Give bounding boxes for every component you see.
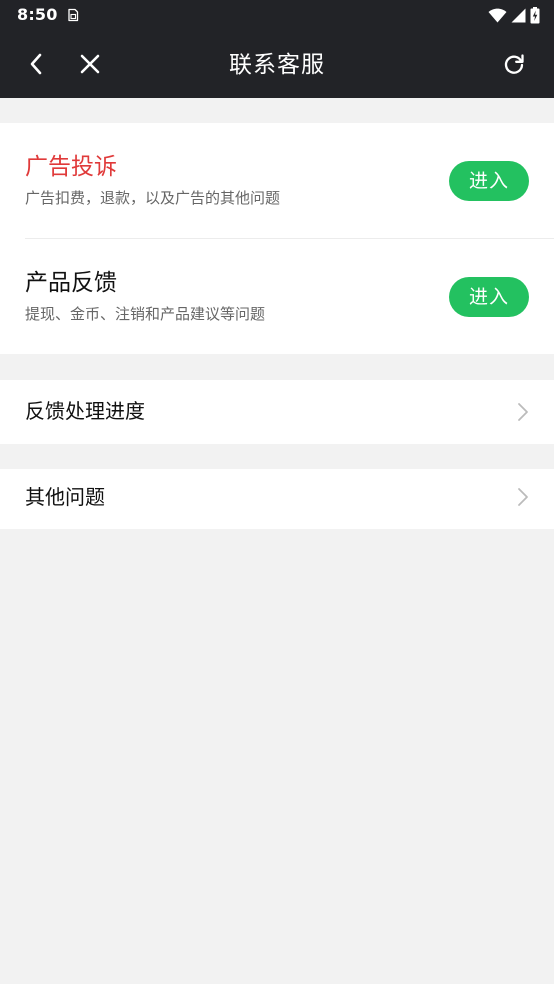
ad-complaint-title: 广告投诉 — [25, 154, 117, 180]
wifi-icon — [488, 8, 507, 22]
other-issues-item[interactable]: 其他问题 — [0, 469, 554, 529]
sim-card-icon — [68, 8, 79, 22]
signal-icon — [511, 8, 526, 22]
product-feedback-row: 产品反馈 提现、金币、注销和产品建议等问题 进入 — [0, 239, 554, 354]
product-feedback-enter-button[interactable]: 进入 — [449, 277, 529, 317]
product-feedback-title: 产品反馈 — [25, 270, 117, 296]
ad-complaint-enter-button[interactable]: 进入 — [449, 161, 529, 201]
refresh-icon — [504, 54, 524, 74]
chevron-right-icon — [518, 488, 528, 506]
service-options-card: 广告投诉 广告扣费，退款，以及广告的其他问题 进入 产品反馈 提现、金币、注销和… — [0, 123, 554, 354]
ad-complaint-subtitle: 广告扣费，退款，以及广告的其他问题 — [25, 189, 281, 207]
battery-icon — [530, 6, 540, 23]
chevron-right-icon — [518, 403, 528, 421]
status-icons — [488, 6, 540, 23]
refresh-button[interactable] — [492, 42, 536, 86]
ad-complaint-row: 广告投诉 广告扣费，退款，以及广告的其他问题 进入 — [0, 123, 554, 238]
page-title: 联系客服 — [229, 52, 325, 78]
other-issues-label: 其他问题 — [25, 485, 105, 509]
status-time: 8:50 — [17, 5, 58, 24]
nav-bar: 联系客服 — [0, 30, 554, 98]
status-bar: 8:50 — [0, 0, 554, 30]
feedback-progress-label: 反馈处理进度 — [25, 399, 145, 423]
feedback-progress-item[interactable]: 反馈处理进度 — [0, 380, 554, 444]
product-feedback-subtitle: 提现、金币、注销和产品建议等问题 — [25, 305, 266, 323]
